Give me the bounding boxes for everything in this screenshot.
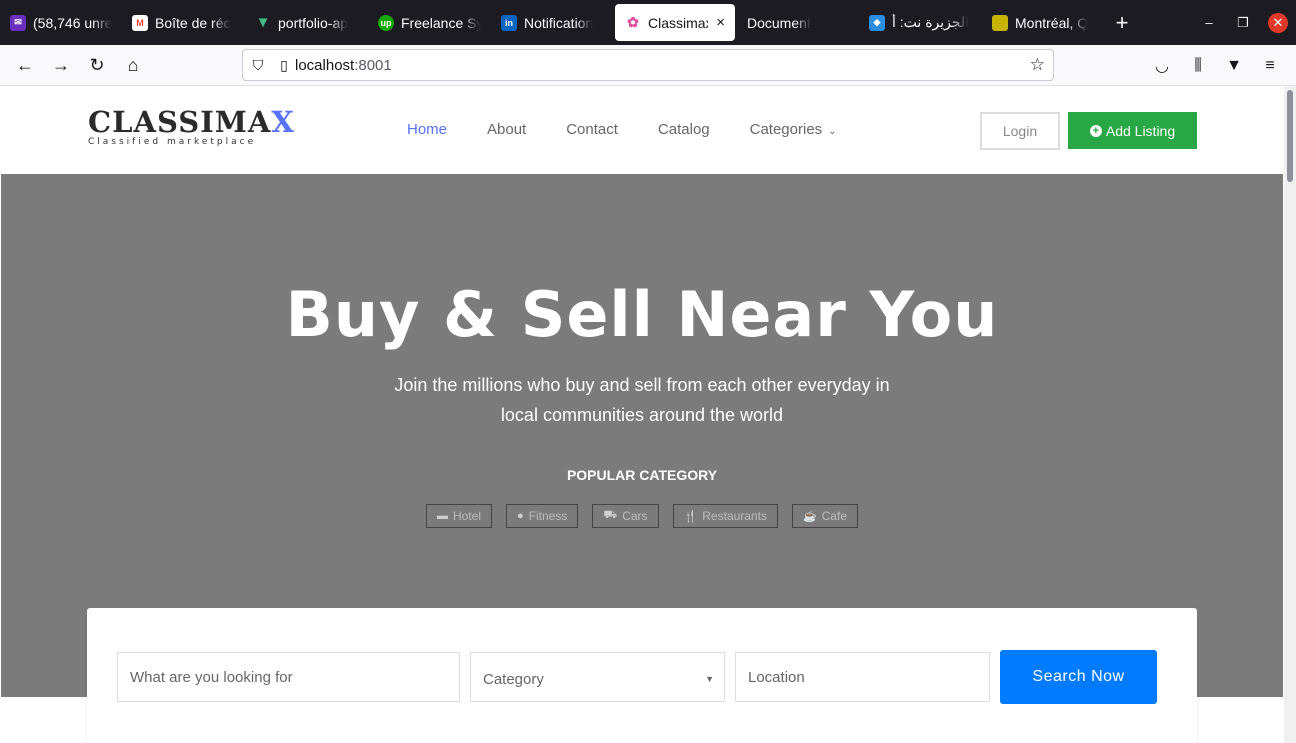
nav-contact[interactable]: Contact: [566, 121, 618, 138]
reload-icon[interactable]: ↻: [79, 55, 115, 76]
window-controls: – ❐ ✕: [1192, 0, 1296, 45]
category-select[interactable]: Category ▼: [470, 652, 725, 702]
category-cars[interactable]: ⛟ Cars: [592, 504, 659, 528]
chevron-down-icon: ▼: [705, 674, 714, 684]
minimize-icon[interactable]: –: [1192, 15, 1226, 30]
category-hotel[interactable]: ▬ Hotel: [425, 504, 492, 528]
page-scrollbar[interactable]: [1284, 86, 1296, 743]
window-close-icon[interactable]: ✕: [1268, 12, 1288, 33]
category-restaurants[interactable]: 🍴 Restaurants: [672, 504, 778, 528]
nav-home[interactable]: Home: [407, 121, 447, 138]
forward-arrow-icon[interactable]: →: [43, 55, 79, 76]
browser-tab[interactable]: Montréal, Q: [982, 0, 1102, 45]
browser-nav-bar: ← → ↻ ⌂ ⛉ ▯ localhost:8001 ☆ ◡ ⫼ ▼ ≡: [0, 45, 1296, 86]
new-tab-button[interactable]: +: [1102, 10, 1142, 36]
shield-icon[interactable]: ⛉: [243, 57, 273, 74]
compass-icon: ●: [517, 510, 524, 522]
hero-title: Buy & Sell Near You: [285, 278, 999, 351]
browser-tab[interactable]: in Notification: [491, 0, 615, 45]
scrollbar-thumb[interactable]: [1287, 90, 1293, 182]
coffee-icon: ☕: [802, 510, 817, 523]
aljazeera-icon: ◆: [869, 14, 885, 31]
keyword-search-input[interactable]: What are you looking for: [117, 652, 460, 702]
popular-category-list: ▬ Hotel ● Fitness ⛟ Cars 🍴 Restaurants ☕ Cafe: [1, 504, 1283, 528]
hero-subtitle: Join the millions who buy and sell from …: [394, 375, 890, 425]
category-fitness[interactable]: ● Fitness: [506, 504, 579, 528]
browser-tab[interactable]: M Boîte de réc: [122, 0, 245, 45]
browser-tab[interactable]: ◆ الجزيرة نت: أ: [859, 0, 982, 45]
browser-tab[interactable]: up Freelance Sy: [368, 0, 491, 45]
web-page: CLASSIMAX Classified marketplace Home Ab…: [0, 86, 1284, 743]
close-tab-icon[interactable]: ×: [716, 14, 725, 31]
menu-icon[interactable]: ≡: [1252, 57, 1288, 75]
nav-about[interactable]: About: [487, 121, 526, 138]
location-input[interactable]: Location: [735, 652, 990, 702]
bed-icon: ▬: [436, 510, 448, 522]
nav-catalog[interactable]: Catalog: [658, 121, 710, 138]
login-button[interactable]: Login: [980, 112, 1060, 150]
toolbar-right: ◡ ⫼ ▼ ≡: [1144, 45, 1288, 86]
weather-icon: [992, 14, 1008, 31]
pocket-icon[interactable]: ◡: [1144, 56, 1180, 76]
mail-icon: ✉: [10, 14, 26, 31]
browser-tab-active[interactable]: ✿ Classimax ×: [615, 4, 735, 41]
browser-tab[interactable]: Document: [735, 0, 859, 45]
add-listing-button[interactable]: + Add Listing: [1068, 112, 1197, 149]
home-icon[interactable]: ⌂: [115, 55, 151, 76]
main-menu: Home About Contact Catalog Categories ⌄: [407, 121, 877, 138]
chevron-down-icon: ⌄: [828, 126, 837, 137]
vue-icon: ▼: [255, 14, 271, 31]
search-now-button[interactable]: Search Now: [1000, 650, 1157, 704]
cutlery-icon: 🍴: [683, 510, 698, 523]
browser-tab[interactable]: ▼ portfolio-ap: [245, 0, 368, 45]
bookmark-star-icon[interactable]: ☆: [1030, 55, 1045, 75]
site-logo[interactable]: CLASSIMAX Classified marketplace: [88, 106, 295, 147]
back-arrow-icon[interactable]: ←: [7, 55, 43, 76]
restore-icon[interactable]: ❐: [1226, 15, 1260, 31]
extension-icon[interactable]: ▼: [1216, 57, 1252, 75]
address-bar[interactable]: ⛉ ▯ localhost:8001 ☆: [242, 49, 1054, 81]
browser-tab[interactable]: ✉ (58,746 unre: [0, 0, 122, 45]
plus-circle-icon: +: [1089, 124, 1102, 137]
page-icon: ▯: [280, 56, 288, 73]
category-cafe[interactable]: ☕ Cafe: [791, 504, 858, 528]
url-text[interactable]: localhost:8001: [295, 57, 392, 74]
site-header: CLASSIMAX Classified marketplace Home Ab…: [0, 86, 1284, 174]
car-icon: ⛟: [603, 509, 618, 521]
search-panel: What are you looking for Category ▼ Loca…: [87, 608, 1197, 743]
nav-categories[interactable]: Categories ⌄: [750, 121, 837, 138]
browser-tab-bar: ✉ (58,746 unre M Boîte de réc ▼ portfoli…: [0, 0, 1296, 45]
popular-category-heading: POPULAR CATEGORY: [566, 467, 718, 483]
library-icon[interactable]: ⫼: [1180, 57, 1216, 75]
lotus-icon: ✿: [627, 14, 639, 30]
linkedin-icon: in: [501, 14, 517, 31]
upwork-icon: up: [378, 14, 394, 31]
gmail-icon: M: [132, 14, 148, 31]
